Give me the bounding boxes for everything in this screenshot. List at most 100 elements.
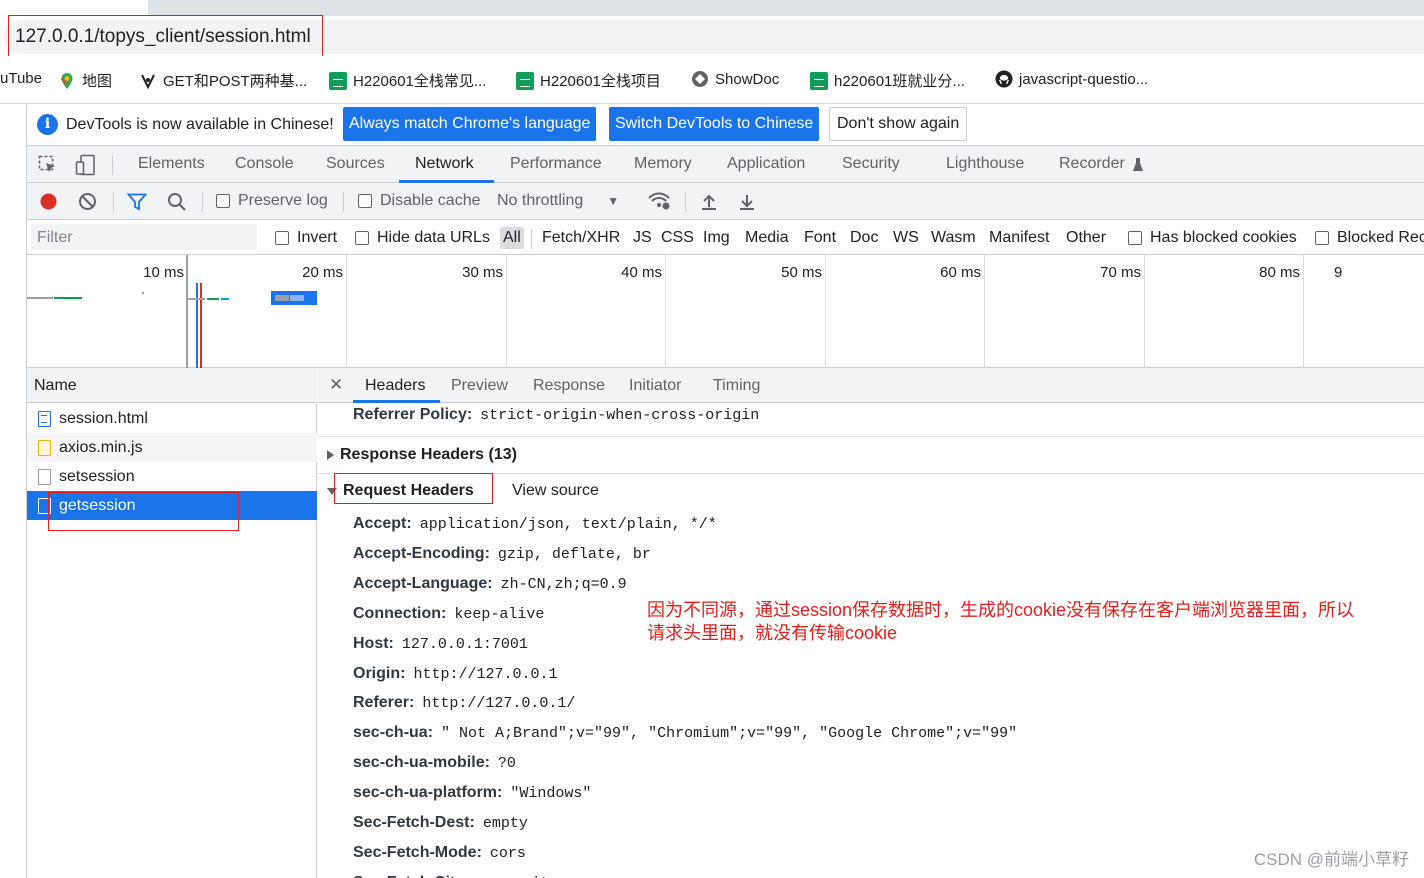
tab-elements[interactable]: Elements bbox=[138, 155, 205, 173]
header-key: Accept-Encoding: bbox=[353, 545, 490, 562]
header-row-referer: Referer: http://127.0.0.1/ bbox=[353, 694, 575, 712]
bookmark-showdoc[interactable]: ShowDoc bbox=[691, 70, 779, 88]
type-filter-all[interactable]: All bbox=[500, 227, 524, 249]
filter-icon[interactable] bbox=[127, 193, 147, 211]
bookmark-javascript-questions[interactable]: javascript-questio... bbox=[995, 70, 1148, 88]
tab-lighthouse[interactable]: Lighthouse bbox=[946, 155, 1024, 173]
bookmark-youtube[interactable]: uTube bbox=[0, 70, 42, 87]
header-key: Referer: bbox=[353, 694, 415, 711]
tab-network[interactable]: Network bbox=[415, 155, 474, 173]
bookmark-h220601-faq[interactable]: H220601全栈常见... bbox=[329, 70, 486, 91]
header-key: Referrer Policy: bbox=[353, 406, 473, 423]
tab-recorder[interactable]: Recorder bbox=[1059, 155, 1125, 173]
type-filter-media[interactable]: Media bbox=[745, 229, 789, 247]
always-match-language-button[interactable]: Always match Chrome's language bbox=[343, 107, 597, 141]
type-filter-css[interactable]: CSS bbox=[661, 229, 694, 247]
checkbox-box[interactable] bbox=[275, 231, 289, 245]
throttling-select[interactable]: No throttling ▼ bbox=[497, 192, 619, 210]
type-filter-doc[interactable]: Doc bbox=[850, 229, 878, 247]
hide-data-urls-checkbox[interactable]: Hide data URLs bbox=[355, 229, 490, 247]
type-filter-manifest[interactable]: Manifest bbox=[989, 229, 1049, 247]
checkbox-box[interactable] bbox=[358, 194, 372, 208]
details-tab-headers[interactable]: Headers bbox=[365, 377, 425, 395]
view-source-link[interactable]: View source bbox=[512, 482, 599, 500]
bookmark-h220601-project[interactable]: H220601全栈项目 bbox=[516, 70, 661, 91]
referrer-policy-row: Referrer Policy: strict-origin-when-cros… bbox=[353, 406, 759, 424]
language-infobar: i DevTools is now available in Chinese! … bbox=[27, 104, 1424, 146]
header-row-connection: Connection: keep-alive bbox=[353, 605, 544, 623]
response-headers-section[interactable]: Response Headers (13) bbox=[327, 446, 517, 464]
network-overview-timeline[interactable]: 10 ms 20 ms 30 ms 40 ms 50 ms 60 ms 70 m… bbox=[27, 255, 1424, 368]
timeline-request-bar bbox=[142, 292, 144, 294]
header-value: strict-origin-when-cross-origin bbox=[480, 407, 760, 424]
bookmark-maps[interactable]: 地图 bbox=[58, 70, 112, 91]
type-filter-wasm[interactable]: Wasm bbox=[931, 229, 976, 247]
details-tab-timing[interactable]: Timing bbox=[713, 377, 760, 395]
tab-security[interactable]: Security bbox=[842, 155, 900, 173]
type-filter-ws[interactable]: WS bbox=[893, 229, 919, 247]
request-row-setsession[interactable]: setsession bbox=[27, 462, 317, 491]
close-icon[interactable]: ✕ bbox=[329, 375, 343, 395]
toolbar-separator bbox=[113, 192, 114, 212]
sheet-icon bbox=[329, 71, 347, 90]
bookmark-h220601-jobs[interactable]: h220601班就业分... bbox=[810, 70, 965, 91]
blocked-requests-checkbox[interactable]: Blocked Rec bbox=[1315, 229, 1424, 247]
type-filter-font[interactable]: Font bbox=[804, 229, 836, 247]
details-tab-preview[interactable]: Preview bbox=[451, 377, 508, 395]
timeline-request-bar bbox=[54, 297, 82, 299]
type-filter-img[interactable]: Img bbox=[703, 229, 730, 247]
type-filter-fetch-xhr[interactable]: Fetch/XHR bbox=[542, 229, 620, 247]
tab-sources[interactable]: Sources bbox=[326, 155, 385, 173]
header-key: Connection: bbox=[353, 605, 447, 622]
type-filter-js[interactable]: JS bbox=[633, 229, 652, 247]
details-tab-initiator[interactable]: Initiator bbox=[629, 377, 681, 395]
checkbox-box[interactable] bbox=[1128, 231, 1142, 245]
type-filter-other[interactable]: Other bbox=[1066, 229, 1106, 247]
has-blocked-cookies-checkbox[interactable]: Has blocked cookies bbox=[1128, 229, 1297, 247]
timeline-request-bar bbox=[27, 297, 53, 299]
timeline-gridline bbox=[665, 255, 666, 368]
header-row-host: Host: 127.0.0.1:7001 bbox=[353, 635, 528, 653]
tab-application[interactable]: Application bbox=[727, 155, 805, 173]
timeline-label: 30 ms bbox=[462, 264, 503, 281]
checkbox-box[interactable] bbox=[355, 231, 369, 245]
export-har-icon[interactable] bbox=[738, 193, 756, 211]
switch-to-chinese-button[interactable]: Switch DevTools to Chinese bbox=[609, 107, 820, 141]
annotation-line: 因为不同源，通过session保存数据时，生成的cookie没有保存在客户端浏览… bbox=[647, 600, 1355, 620]
checkbox-box[interactable] bbox=[216, 194, 230, 208]
request-row-session-html[interactable]: session.html bbox=[27, 404, 317, 433]
header-value: gzip, deflate, br bbox=[497, 546, 651, 563]
checkbox-box[interactable] bbox=[1315, 231, 1329, 245]
preserve-log-checkbox[interactable]: Preserve log bbox=[216, 192, 328, 210]
timeline-label: 10 ms bbox=[143, 264, 184, 281]
filter-input[interactable]: Filter bbox=[31, 224, 257, 250]
tab-console[interactable]: Console bbox=[235, 155, 294, 173]
network-conditions-icon[interactable] bbox=[647, 191, 671, 211]
dom-content-loaded-line bbox=[196, 283, 198, 368]
dont-show-again-button[interactable]: Don't show again bbox=[829, 107, 968, 141]
tab-memory[interactable]: Memory bbox=[634, 155, 692, 173]
request-row-axios-min-js[interactable]: axios.min.js bbox=[27, 433, 317, 462]
flask-icon bbox=[1133, 158, 1143, 171]
bookmark-get-post[interactable]: GET和POST两种基... bbox=[139, 70, 307, 91]
record-icon[interactable] bbox=[39, 192, 58, 211]
active-browser-tab[interactable] bbox=[0, 0, 148, 16]
clear-icon[interactable] bbox=[78, 192, 97, 211]
device-toolbar-icon[interactable] bbox=[75, 154, 97, 176]
section-divider bbox=[318, 436, 1424, 437]
xhr-icon bbox=[38, 468, 51, 485]
timeline-label: 80 ms bbox=[1259, 264, 1300, 281]
name-column-header[interactable]: Name bbox=[27, 368, 317, 403]
request-name: session.html bbox=[59, 409, 148, 427]
disable-cache-checkbox[interactable]: Disable cache bbox=[358, 192, 481, 210]
bookmark-label: uTube bbox=[0, 70, 42, 87]
search-icon[interactable] bbox=[167, 192, 187, 212]
inspect-element-icon[interactable] bbox=[38, 155, 58, 175]
import-har-icon[interactable] bbox=[700, 193, 718, 211]
invert-checkbox[interactable]: Invert bbox=[275, 229, 337, 247]
bookmark-label: ShowDoc bbox=[715, 70, 780, 88]
header-key: Sec-Fetch-Mode: bbox=[353, 844, 482, 861]
tab-performance[interactable]: Performance bbox=[510, 155, 602, 173]
info-icon: i bbox=[37, 114, 58, 135]
details-tab-response[interactable]: Response bbox=[533, 377, 605, 395]
